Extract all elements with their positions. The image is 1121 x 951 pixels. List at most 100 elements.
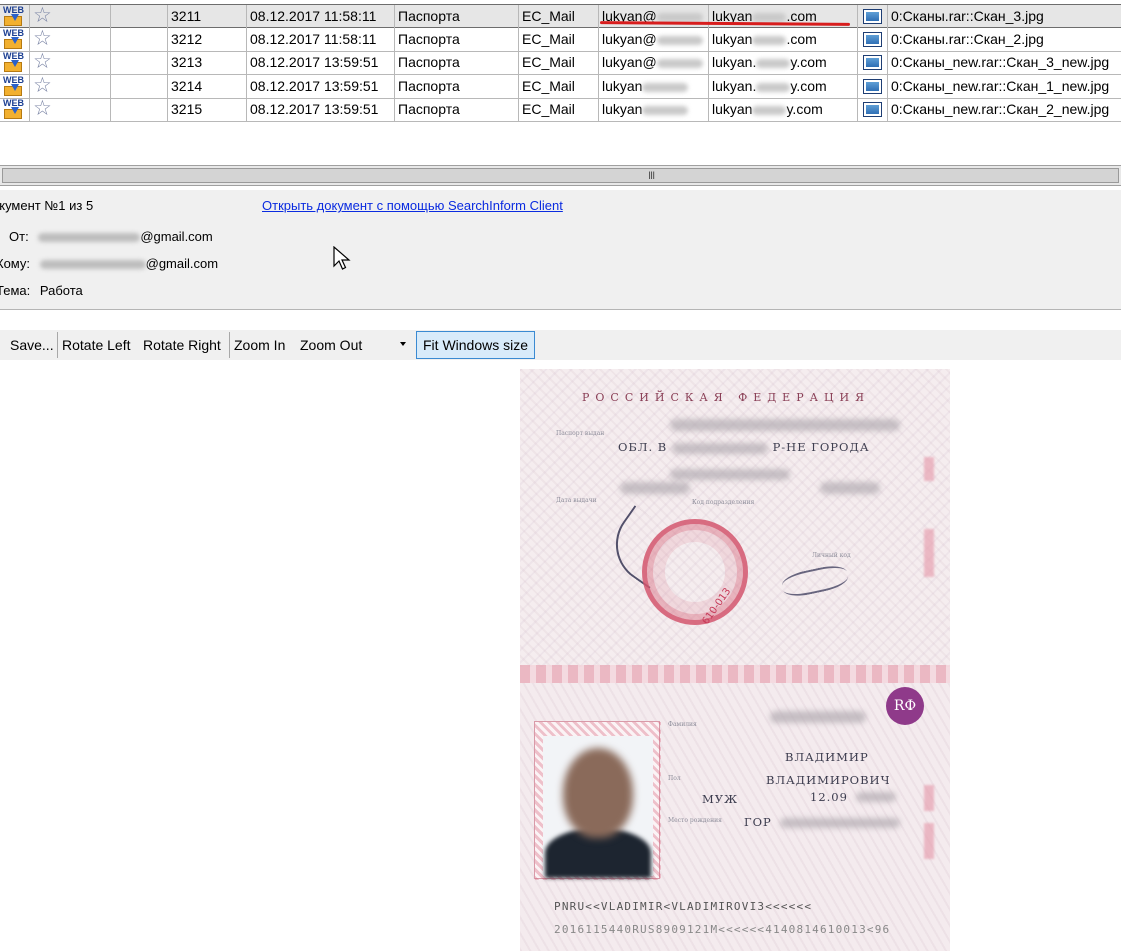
row-type-cell: WEB — [0, 28, 30, 51]
date-cell: 08.12.2017 11:58:11 — [247, 5, 395, 28]
image-file-icon — [863, 9, 882, 24]
document-header-panel: окумент №1 из 5 Открыть документ с помощ… — [0, 190, 1121, 310]
photo-face-blurred — [563, 748, 633, 838]
recipient-cell: lukyan .com — [709, 28, 858, 51]
row-type-cell: WEB — [0, 5, 30, 28]
holder-photo — [534, 721, 661, 880]
favorite-cell[interactable]: ☆ — [30, 51, 111, 74]
passport-small-caption: Пол — [668, 775, 681, 782]
zoom-dropdown-arrow-icon[interactable] — [400, 342, 406, 346]
recipient-cell: lukyan y.com — [709, 98, 858, 121]
scrollbar-thumb[interactable]: III — [2, 168, 1119, 183]
table-row[interactable]: WEB ☆ 3214 08.12.2017 13:59:51 Паспорта EC_Ma… — [0, 75, 1121, 99]
to-value: @gmail.com — [39, 256, 218, 271]
redacted-text — [642, 82, 689, 92]
fit-window-size-button[interactable]: Fit Windows size — [416, 331, 536, 359]
attachment-cell — [858, 75, 888, 98]
id-cell: 3212 — [168, 28, 247, 51]
category-cell: Паспорта — [395, 51, 519, 74]
star-icon[interactable]: ☆ — [33, 75, 52, 97]
source-cell: EC_Mail — [519, 98, 599, 121]
star-icon[interactable]: ☆ — [33, 51, 52, 73]
passport-issuer-line: ОБЛ. В Р-НЕ ГОРОДА — [618, 440, 870, 454]
passport-small-caption: Фамилия — [668, 721, 697, 728]
passport-patronymic: ВЛАДИМИРОВИЧ — [766, 773, 891, 787]
empty-cell — [111, 28, 168, 51]
star-icon[interactable]: ☆ — [33, 5, 52, 27]
edge-mark — [924, 823, 934, 859]
sender-cell: lukyan — [599, 98, 709, 121]
category-cell: Паспорта — [395, 5, 519, 28]
date-cell: 08.12.2017 13:59:51 — [247, 75, 395, 98]
source-cell: EC_Mail — [519, 28, 599, 51]
horizontal-scrollbar[interactable]: III — [0, 165, 1121, 186]
web-mail-icon: WEB — [2, 98, 26, 120]
image-file-icon — [863, 102, 882, 117]
favorite-cell[interactable]: ☆ — [30, 75, 111, 98]
redacted-text — [752, 35, 787, 45]
passport-small-caption: Дата выдачи — [556, 497, 597, 504]
subject-label: Тема: — [0, 283, 31, 298]
sender-cell: lukyan — [599, 75, 709, 98]
favorite-cell[interactable]: ☆ — [30, 98, 111, 121]
filename-cell: 0:Сканы_new.rar::Скан_2_new.jpg — [891, 101, 1110, 117]
source-cell: EC_Mail — [519, 75, 599, 98]
passport-small-caption: Место рождения — [668, 817, 722, 824]
image-file-icon — [863, 32, 882, 47]
id-cell: 3213 — [168, 51, 247, 74]
attachment-cell — [858, 98, 888, 121]
official-stamp-icon — [642, 519, 748, 625]
passport-birth-date: 12.09 — [810, 790, 848, 804]
favorite-cell[interactable]: ☆ — [30, 28, 111, 51]
redacted-issue-date — [620, 482, 690, 494]
table-row[interactable]: WEB ☆ 3212 08.12.2017 11:58:11 Паспорта EC_Ma… — [0, 28, 1121, 52]
filename-cell: 0:Сканы_new.rar::Скан_1_new.jpg — [891, 78, 1110, 94]
table-row[interactable]: WEB ☆ 3211 08.12.2017 11:58:11 Паспорта EC_Ma… — [0, 4, 1121, 28]
row-type-cell: WEB — [0, 98, 30, 121]
passport-given-name: ВЛАДИМИР — [785, 750, 869, 764]
id-cell: 3211 — [168, 5, 247, 28]
edge-mark — [924, 529, 934, 577]
passport-small-caption: Паспорт выдан — [556, 430, 605, 437]
empty-cell — [111, 75, 168, 98]
document-counter: окумент №1 из 5 — [0, 198, 94, 213]
zoom-out-button[interactable]: Zoom Out — [295, 330, 367, 360]
rotate-right-button[interactable]: Rotate Right — [138, 330, 226, 360]
open-in-searchinform-link[interactable]: Открыть документ с помощью SearchInform … — [262, 198, 563, 213]
subject-line: Тема: Работа — [0, 283, 83, 298]
category-cell: Паспорта — [395, 28, 519, 51]
table-row[interactable]: WEB ☆ 3215 08.12.2017 13:59:51 Паспорта EC_Ma… — [0, 98, 1121, 122]
favorite-cell[interactable]: ☆ — [30, 5, 111, 28]
filename-cell: 0:Сканы.rar::Скан_2.jpg — [891, 31, 1044, 47]
passport-mrz-line-1: PNRU<<VLADIMIR<VLADIMIROVI3<<<<<< — [554, 900, 813, 913]
star-icon[interactable]: ☆ — [33, 98, 52, 120]
zoom-in-button[interactable]: Zoom In — [229, 330, 290, 360]
empty-cell — [111, 98, 168, 121]
passport-fold-strip — [520, 665, 950, 683]
image-file-icon — [863, 79, 882, 94]
passport-seal-icon: RФ — [886, 687, 924, 725]
star-icon[interactable]: ☆ — [33, 28, 52, 50]
save-button[interactable]: Save... — [5, 330, 59, 360]
table-row[interactable]: WEB ☆ 3213 08.12.2017 13:59:51 Паспорта EC_Ma… — [0, 51, 1121, 75]
row-type-cell: WEB — [0, 75, 30, 98]
date-cell: 08.12.2017 13:59:51 — [247, 51, 395, 74]
attachment-cell — [858, 5, 888, 28]
image-viewer-toolbar: Save... Rotate Left Rotate Right Zoom In… — [0, 330, 1121, 360]
empty-cell — [111, 51, 168, 74]
edge-mark — [924, 457, 934, 481]
sender-cell: lukyan@ — [599, 28, 709, 51]
redacted-text — [752, 105, 787, 115]
passport-heading: РОССИЙСКАЯ ФЕДЕРАЦИЯ — [582, 391, 871, 404]
recipient-cell: lukyan. y.com — [709, 51, 858, 74]
documents-table: WEB ☆ 3211 08.12.2017 11:58:11 Паспорта EC_Ma… — [0, 0, 1121, 124]
document-image-preview[interactable]: РОССИЙСКАЯ ФЕДЕРАЦИЯ ОБЛ. В Р-НЕ ГОРОДА … — [520, 369, 950, 951]
category-cell: Паспорта — [395, 98, 519, 121]
passport-small-caption: Код подразделения — [692, 499, 755, 506]
rotate-left-button[interactable]: Rotate Left — [57, 330, 136, 360]
web-mail-icon: WEB — [2, 5, 26, 27]
id-cell: 3215 — [168, 98, 247, 121]
from-value: @gmail.com — [38, 229, 213, 244]
attachment-cell — [858, 28, 888, 51]
redacted-sender — [38, 233, 141, 243]
